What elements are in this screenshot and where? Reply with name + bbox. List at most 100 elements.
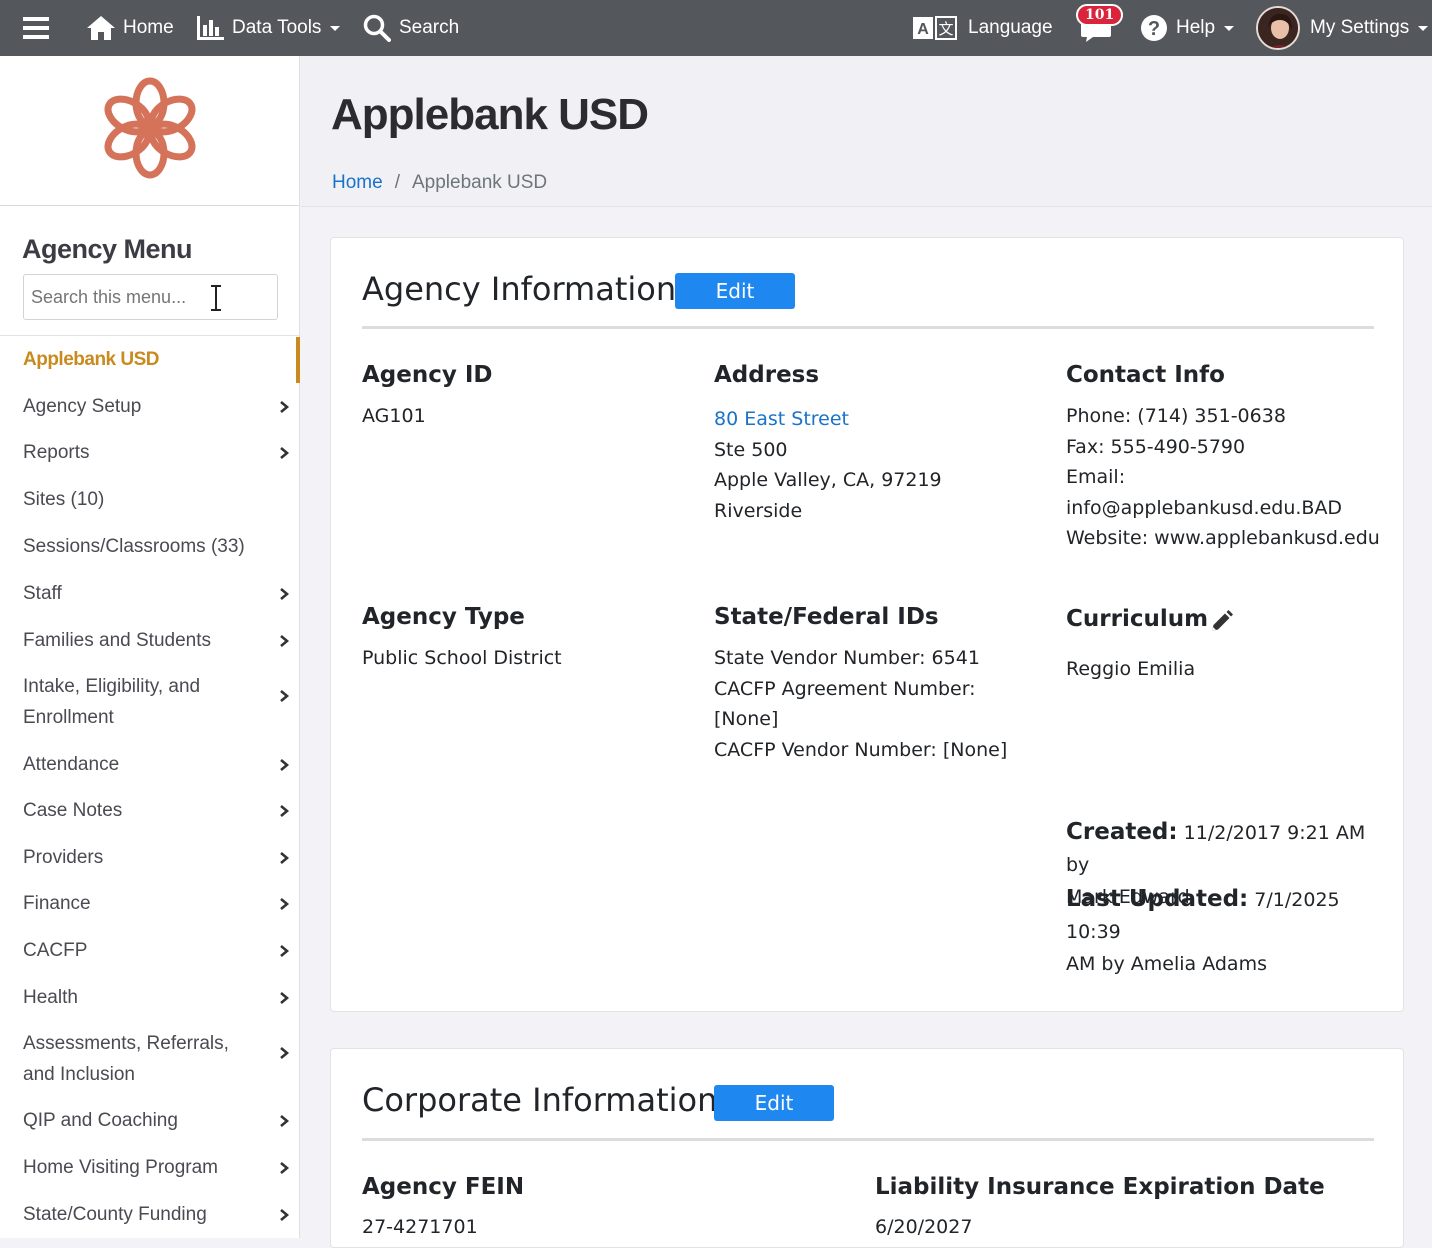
agency-fein-heading: Agency FEIN bbox=[362, 1174, 525, 1200]
sidebar-item-cacfp[interactable]: CACFP bbox=[23, 935, 295, 966]
question-circle-icon: ? bbox=[1140, 14, 1168, 42]
sidebar-item-intake-eligibility[interactable]: Intake, Eligibility, and Enrollment bbox=[23, 671, 295, 733]
sidebar-item-providers[interactable]: Providers bbox=[23, 842, 295, 873]
chevron-down-icon bbox=[330, 25, 341, 31]
sidebar-item-home-visiting[interactable]: Home Visiting Program bbox=[23, 1152, 295, 1183]
agency-type-value: Public School District bbox=[362, 647, 562, 669]
svg-text:文: 文 bbox=[938, 20, 953, 38]
corporate-edit-button[interactable]: Edit bbox=[714, 1085, 834, 1121]
contact-info-block: Phone: (714) 351-0638 Fax: 555-490-5790 … bbox=[1066, 401, 1386, 554]
chevron-right-icon bbox=[280, 1114, 290, 1127]
sidebar-item-qip-coaching[interactable]: QIP and Coaching bbox=[23, 1105, 295, 1136]
page-title: Applebank USD bbox=[331, 90, 649, 139]
sidebar-item-label: Case Notes bbox=[23, 800, 123, 821]
agency-menu-title: Agency Menu bbox=[22, 234, 193, 264]
home-icon bbox=[85, 14, 117, 42]
sidebar-item-sites[interactable]: Sites (10) bbox=[23, 484, 295, 515]
chevron-right-icon bbox=[280, 587, 290, 600]
sidebar-item-agency-setup[interactable]: Agency Setup bbox=[23, 391, 295, 422]
cacfp-agreement-label: CACFP Agreement Number: bbox=[714, 677, 976, 700]
flower-logo-icon bbox=[100, 76, 200, 185]
agency-sidebar: Agency Menu Applebank USD Agency Setup R… bbox=[0, 56, 300, 1238]
sidebar-item-health[interactable]: Health bbox=[23, 982, 295, 1013]
data-tools-dropdown[interactable]: Data Tools bbox=[197, 0, 341, 56]
notification-count-badge: 101 bbox=[1076, 4, 1124, 26]
sidebar-item-label: Health bbox=[23, 987, 78, 1008]
chevron-right-icon bbox=[280, 1161, 290, 1174]
breadcrumb-home-link[interactable]: Home bbox=[332, 172, 383, 193]
chevron-right-icon bbox=[280, 991, 290, 1004]
agency-edit-button[interactable]: Edit bbox=[675, 273, 795, 309]
sidebar-item-finance[interactable]: Finance bbox=[23, 888, 295, 919]
curriculum-value: Reggio Emilia bbox=[1066, 658, 1196, 680]
agency-type-heading: Agency Type bbox=[362, 604, 525, 630]
agency-id-heading: Agency ID bbox=[362, 362, 493, 388]
sidebar-item-label: QIP and Coaching bbox=[23, 1110, 178, 1131]
chevron-right-icon bbox=[280, 897, 290, 910]
sidebar-item-staff[interactable]: Staff bbox=[23, 578, 295, 609]
sidebar-item-case-notes[interactable]: Case Notes bbox=[23, 795, 295, 826]
help-label: Help bbox=[1176, 17, 1216, 38]
chevron-right-icon bbox=[280, 446, 290, 459]
agency-information-card: Agency Information Edit Agency ID AG101 … bbox=[330, 237, 1404, 1012]
text-cursor-icon bbox=[208, 284, 224, 316]
state-vendor-number: State Vendor Number: 6541 bbox=[714, 647, 980, 669]
last-updated-by: AM by Amelia Adams bbox=[1066, 953, 1267, 975]
contact-fax: Fax: 555-490-5790 bbox=[1066, 435, 1246, 458]
home-nav-link[interactable]: Home bbox=[85, 0, 174, 56]
sidebar-item-families-students[interactable]: Families and Students bbox=[23, 625, 295, 656]
cacfp-agreement-value: [None] bbox=[714, 708, 779, 730]
my-settings-dropdown[interactable]: My Settings bbox=[1256, 0, 1429, 56]
sidebar-item-label: Agency Setup bbox=[23, 396, 142, 417]
active-indicator bbox=[296, 337, 300, 383]
sidebar-item-state-county-funding[interactable]: State/County Funding bbox=[23, 1199, 295, 1230]
chevron-right-icon bbox=[280, 400, 290, 413]
home-nav-label: Home bbox=[123, 17, 174, 38]
sidebar-item-label: Sites (10) bbox=[23, 489, 105, 510]
created-label: Created: bbox=[1066, 819, 1178, 845]
pencil-edit-icon[interactable] bbox=[1208, 609, 1234, 639]
search-nav-link[interactable]: Search bbox=[363, 0, 459, 56]
sidebar-item-applebank-usd[interactable]: Applebank USD bbox=[23, 344, 295, 375]
address-block: 80 East Street Ste 500 Apple Valley, CA,… bbox=[714, 404, 942, 526]
translate-icon: A文 bbox=[912, 16, 958, 40]
contact-website: Website: www.applebankusd.edu bbox=[1066, 527, 1380, 549]
sidebar-item-reports[interactable]: Reports bbox=[23, 437, 295, 468]
agency-information-title: Agency Information bbox=[362, 270, 677, 308]
chevron-right-icon bbox=[280, 1208, 290, 1221]
chevron-down-icon bbox=[1418, 25, 1429, 31]
svg-text:A: A bbox=[917, 21, 929, 38]
liability-insurance-heading: Liability Insurance Expiration Date bbox=[875, 1174, 1325, 1200]
sidebar-item-label: Assessments, Referrals, and Inclusion bbox=[23, 1033, 229, 1085]
sidebar-item-assessments[interactable]: Assessments, Referrals, and Inclusion bbox=[23, 1028, 295, 1090]
data-tools-label: Data Tools bbox=[232, 17, 322, 38]
sidebar-item-label: Sessions/Classrooms (33) bbox=[23, 536, 245, 557]
chevron-right-icon bbox=[280, 851, 290, 864]
contact-phone: Phone: (714) 351-0638 bbox=[1066, 405, 1286, 427]
menu-search-input[interactable] bbox=[23, 274, 278, 320]
corporate-information-card: Corporate Information Edit Agency FEIN 2… bbox=[330, 1048, 1404, 1248]
sidebar-item-label: Intake, Eligibility, and Enrollment bbox=[23, 676, 201, 728]
my-settings-label: My Settings bbox=[1310, 17, 1410, 38]
svg-text:?: ? bbox=[1148, 18, 1160, 40]
chevron-right-icon bbox=[280, 690, 290, 702]
curriculum-heading: Curriculum bbox=[1066, 606, 1209, 632]
search-icon bbox=[363, 14, 391, 42]
address-line2: Ste 500 bbox=[714, 438, 788, 461]
language-label: Language bbox=[968, 17, 1053, 38]
address-city: Apple Valley, CA, 97219 bbox=[714, 469, 942, 491]
hamburger-menu-icon[interactable] bbox=[23, 0, 49, 56]
sidebar-item-attendance[interactable]: Attendance bbox=[23, 749, 295, 780]
corporate-information-title: Corporate Information bbox=[362, 1081, 718, 1119]
logo-area bbox=[0, 56, 299, 206]
sidebar-item-sessions-classrooms[interactable]: Sessions/Classrooms (33) bbox=[23, 531, 295, 562]
contact-email: info@applebankusd.edu.BAD bbox=[1066, 496, 1343, 519]
language-dropdown[interactable]: A文 Language bbox=[912, 0, 1053, 56]
help-dropdown[interactable]: ? Help bbox=[1140, 0, 1235, 56]
agency-id-value: AG101 bbox=[362, 405, 426, 427]
sidebar-item-label: Attendance bbox=[23, 754, 120, 775]
sidebar-item-label: Reports bbox=[23, 442, 90, 463]
chevron-right-icon bbox=[280, 804, 290, 817]
bar-chart-icon bbox=[197, 16, 224, 40]
address-street-link[interactable]: 80 East Street bbox=[714, 404, 942, 435]
